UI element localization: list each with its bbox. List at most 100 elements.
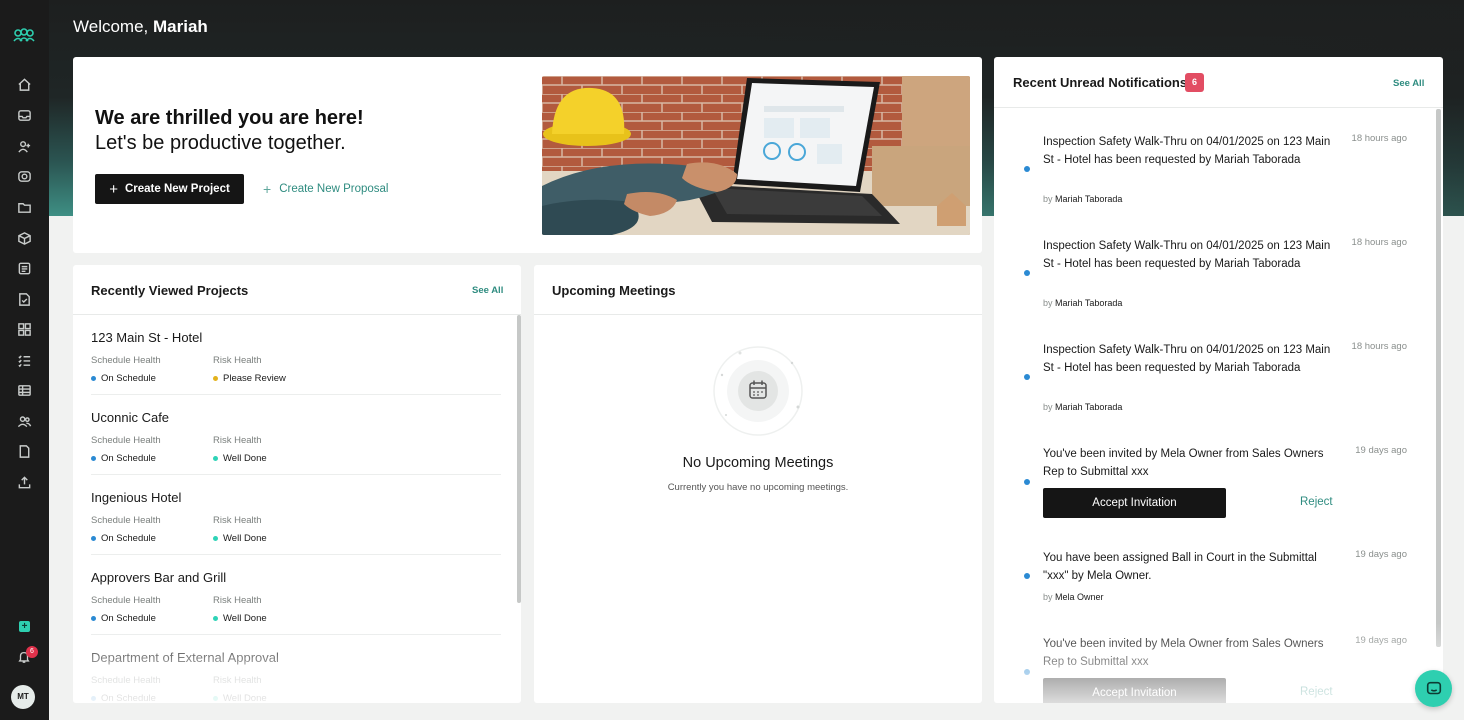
by-prefix: by	[1043, 194, 1053, 204]
divider	[534, 314, 982, 315]
notifications-title: Recent Unread Notifications	[1013, 75, 1188, 90]
accept-invitation-button[interactable]: Accept Invitation	[1043, 488, 1226, 518]
status-dot-icon	[213, 536, 218, 541]
file-icon[interactable]	[16, 443, 32, 459]
page-title: Welcome, Mariah	[73, 17, 208, 37]
project-name[interactable]: Uconnic Cafe	[91, 410, 169, 425]
risk-health-label: Risk Health	[213, 515, 262, 526]
plus-icon: +	[109, 180, 118, 198]
notification-text: You have been assigned Ball in Court in …	[1043, 552, 1317, 582]
notification-author: by Mela Owner	[1043, 592, 1104, 602]
reject-button[interactable]: Reject	[1300, 496, 1333, 508]
author-name: Mariah Taborada	[1055, 402, 1123, 412]
risk-health-label: Risk Health	[213, 355, 262, 366]
notification-text: Inspection Safety Walk-Thru on 04/01/202…	[1043, 136, 1331, 166]
meetings-title: Upcoming Meetings	[552, 283, 676, 298]
project-name[interactable]: 123 Main St - Hotel	[91, 330, 202, 345]
author-name: Mariah Taborada	[1055, 194, 1123, 204]
schedule-health-label: Schedule Health	[91, 515, 161, 526]
scrollbar[interactable]	[1436, 109, 1441, 647]
by-prefix: by	[1043, 402, 1053, 412]
status-dot-icon	[213, 616, 218, 621]
notifications-see-all-link[interactable]: See All	[1393, 78, 1424, 89]
risk-health-status: Please Review	[213, 373, 286, 384]
status-dot-icon	[91, 376, 96, 381]
notification-text: Inspection Safety Walk-Thru on 04/01/202…	[1043, 344, 1331, 374]
app-logo-icon[interactable]	[13, 27, 35, 43]
chat-button[interactable]	[1415, 670, 1452, 707]
projects-title: Recently Viewed Projects	[91, 283, 249, 298]
risk-health-label: Risk Health	[213, 435, 262, 446]
schedule-health-label: Schedule Health	[91, 435, 161, 446]
risk-health-status: Well Done	[213, 613, 267, 624]
unread-dot-icon	[1024, 166, 1030, 172]
risk-health-status: Well Done	[213, 453, 267, 464]
risk-health-value: Well Done	[223, 453, 267, 464]
folder-icon[interactable]	[16, 199, 32, 215]
by-prefix: by	[1043, 298, 1053, 308]
upload-icon[interactable]	[16, 474, 32, 490]
notification-text: You've been invited by Mela Owner from S…	[1043, 448, 1324, 478]
user-name: Mariah	[153, 17, 208, 36]
welcome-card: We are thrilled you are here! Let's be p…	[73, 57, 982, 253]
projects-see-all-link[interactable]: See All	[472, 285, 503, 296]
scrollbar[interactable]	[517, 315, 521, 603]
status-dot-icon	[213, 376, 218, 381]
by-prefix: by	[1043, 592, 1053, 602]
schedule-health-value: On Schedule	[101, 613, 156, 624]
unread-dot-icon	[1024, 374, 1030, 380]
schedule-health-status: On Schedule	[91, 373, 156, 384]
table-icon[interactable]	[16, 382, 32, 398]
notification-time: 19 days ago	[1355, 445, 1407, 456]
author-name: Mariah Taborada	[1055, 298, 1123, 308]
notification-time: 18 hours ago	[1351, 133, 1407, 144]
upcoming-meetings-card: Upcoming Meetings No Upcoming Meetings C…	[534, 265, 982, 703]
unread-dot-icon	[1024, 479, 1030, 485]
project-name[interactable]: Approvers Bar and Grill	[91, 570, 226, 585]
notifications-card: Recent Unread Notifications 6 See All In…	[994, 57, 1443, 703]
home-icon[interactable]	[16, 76, 32, 92]
project-row[interactable]: 123 Main St - Hotel Schedule Health Risk H…	[91, 315, 501, 395]
welcome-subline: Let's be productive together.	[95, 132, 346, 154]
quick-add-icon[interactable]: +	[19, 621, 30, 632]
status-dot-icon	[91, 616, 96, 621]
empty-state-subtitle: Currently you have no upcoming meetings.	[667, 482, 849, 493]
risk-health-status: Well Done	[213, 533, 267, 544]
create-proposal-label: Create New Proposal	[279, 183, 389, 195]
notification-author: by Mariah Taborada	[1043, 194, 1122, 204]
notification-author: by Mariah Taborada	[1043, 298, 1122, 308]
chat-icon	[1426, 681, 1441, 694]
notification-author: by Mariah Taborada	[1043, 402, 1122, 412]
plus-icon: +	[263, 181, 272, 197]
project-row[interactable]: Uconnic Cafe Schedule Health Risk Health On…	[91, 395, 501, 475]
user-plus-icon[interactable]	[16, 138, 32, 154]
notifications-count-badge: 6	[1185, 73, 1204, 92]
schedule-health-status: On Schedule	[91, 533, 156, 544]
status-dot-icon	[91, 536, 96, 541]
document-check-icon[interactable]	[16, 291, 32, 307]
list-doc-icon[interactable]	[16, 260, 32, 276]
notification-text: Inspection Safety Walk-Thru on 04/01/202…	[1043, 240, 1331, 270]
sidebar: + 6 MT	[0, 0, 49, 720]
inbox-icon[interactable]	[16, 107, 32, 123]
notification-time: 18 hours ago	[1351, 341, 1407, 352]
list-fade	[994, 623, 1443, 703]
status-dot-icon	[91, 456, 96, 461]
box-icon[interactable]	[16, 230, 32, 246]
project-name[interactable]: Ingenious Hotel	[91, 490, 181, 505]
project-row[interactable]: Ingenious Hotel Schedule Health Risk Healt…	[91, 475, 501, 555]
recently-viewed-projects-card: Recently Viewed Projects See All 123 Mai…	[73, 265, 521, 703]
users-icon[interactable]	[16, 413, 32, 429]
unread-dot-icon	[1024, 573, 1030, 579]
create-project-label: Create New Project	[124, 183, 230, 195]
schedule-health-status: On Schedule	[91, 613, 156, 624]
create-project-button[interactable]: + Create New Project	[95, 174, 244, 204]
camera-icon[interactable]	[16, 168, 32, 184]
grid-icon[interactable]	[16, 321, 32, 337]
create-proposal-button[interactable]: + Create New Proposal	[263, 174, 389, 204]
author-name: Mela Owner	[1055, 592, 1104, 602]
project-row[interactable]: Approvers Bar and Grill Schedule Health Ri…	[91, 555, 501, 635]
checklist-icon[interactable]	[16, 352, 32, 368]
avatar[interactable]: MT	[11, 685, 35, 709]
divider	[994, 107, 1443, 108]
